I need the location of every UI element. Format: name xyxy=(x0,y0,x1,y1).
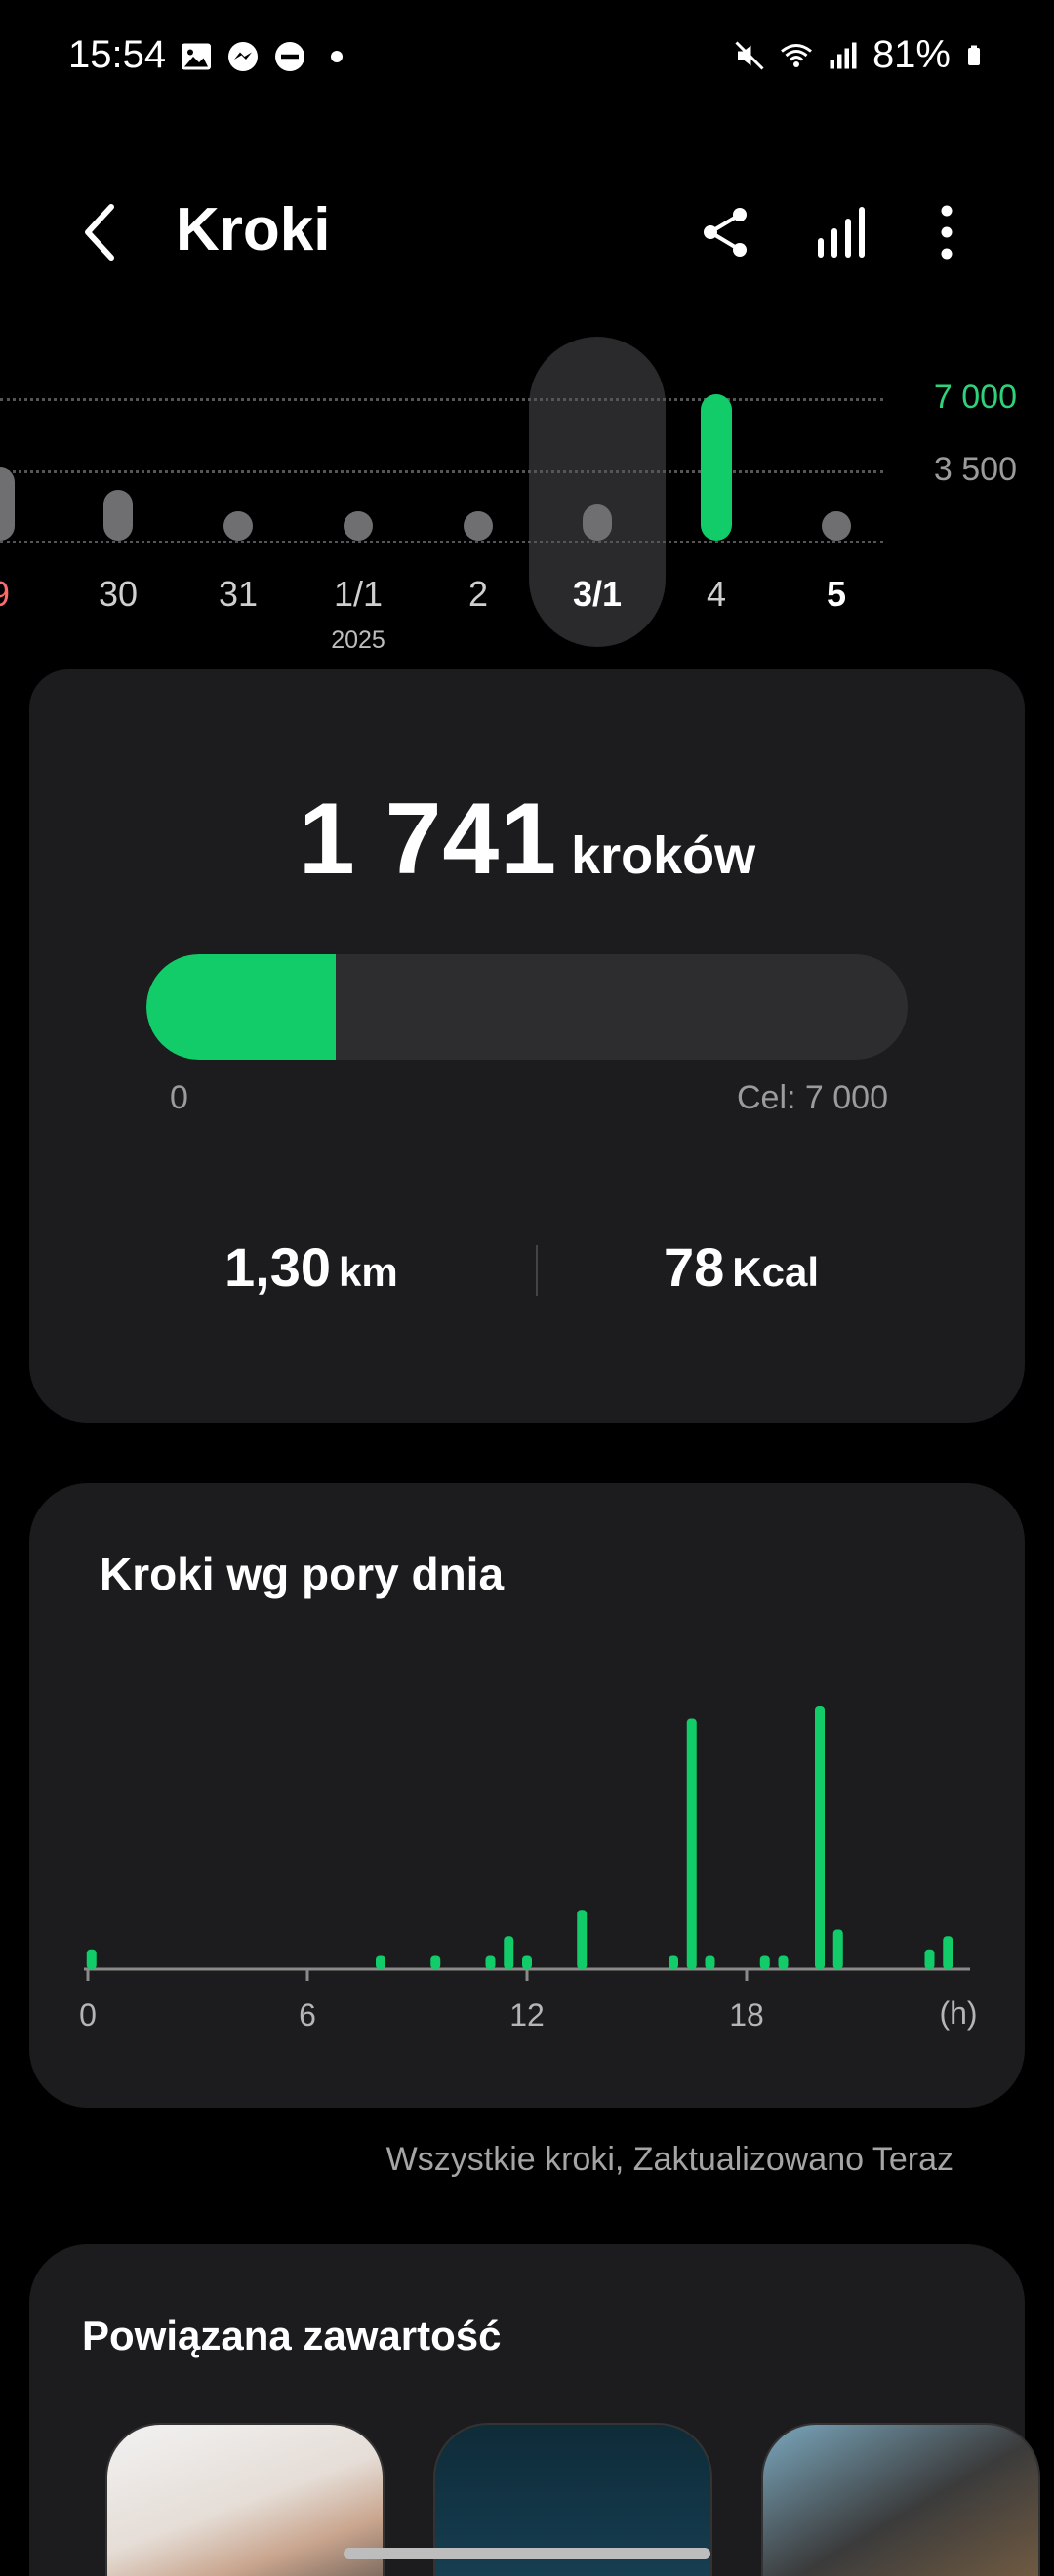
steps-value: 1 741 xyxy=(298,783,558,896)
battery-icon xyxy=(968,45,980,65)
day-label-2[interactable]: 31 xyxy=(180,574,297,615)
dot-icon xyxy=(331,51,343,62)
calories-unit: Kcal xyxy=(732,1249,820,1295)
calories-value: 78 xyxy=(664,1236,725,1298)
messenger-icon xyxy=(228,42,258,71)
battery-percent: 81% xyxy=(872,33,951,76)
calories-metric: 78 Kcal xyxy=(664,1235,819,1299)
day-bar-7[interactable] xyxy=(822,511,851,541)
home-indicator[interactable] xyxy=(344,2548,710,2559)
related-content-card: Powiązana zawartość xyxy=(29,2244,1040,2576)
day-label-3[interactable]: 1/1 xyxy=(300,574,417,615)
gallery-icon xyxy=(182,43,211,70)
more-options-icon[interactable] xyxy=(915,201,978,263)
hourly-bar-11 xyxy=(778,1955,789,1969)
goal-progress-fill xyxy=(146,954,337,1060)
day-bar-3[interactable] xyxy=(344,511,373,541)
steps-count: 1 741 kroków xyxy=(29,782,1025,898)
distance-unit: km xyxy=(339,1249,398,1295)
dnd-icon xyxy=(275,42,304,71)
share-icon[interactable] xyxy=(695,201,757,263)
x-tick-label: 18 xyxy=(729,1997,764,2033)
related-thumbnail-3[interactable] xyxy=(761,2423,1040,2576)
day-bar-0[interactable] xyxy=(0,467,15,541)
hourly-bar-10 xyxy=(759,1955,770,1969)
status-time: 15:54 xyxy=(68,33,167,76)
hourly-bar-2 xyxy=(430,1955,441,1969)
metric-divider xyxy=(536,1245,538,1296)
week-strip: 7 000 3 500 930311/1 2025 23/145 xyxy=(0,332,1054,664)
steps-unit: kroków xyxy=(571,826,756,885)
x-tick-label: 0 xyxy=(79,1997,97,2033)
goal-axis-label: 7 000 xyxy=(933,379,1017,416)
base-gridline xyxy=(0,541,883,543)
status-right: 81% xyxy=(732,33,986,77)
chart-icon[interactable] xyxy=(812,201,874,263)
hourly-bar-1 xyxy=(376,1955,385,1969)
day-label-5[interactable]: 3/1 xyxy=(539,574,656,615)
day-label-1[interactable]: 30 xyxy=(60,574,177,615)
hourly-steps-card[interactable]: Kroki wg pory dnia 0 6 12 18 (h) xyxy=(29,1483,1025,2108)
goal-label: Cel: 7 000 xyxy=(737,1079,888,1116)
hourly-bar-14 xyxy=(924,1949,935,1969)
distance-metric: 1,30 km xyxy=(224,1235,398,1299)
signal-icon xyxy=(830,42,857,68)
day-bar-5[interactable] xyxy=(583,503,612,541)
mute-icon xyxy=(735,40,764,70)
x-tick-label: 6 xyxy=(299,1997,316,2033)
wifi-icon xyxy=(781,43,812,67)
hourly-bar-3 xyxy=(485,1955,496,1969)
goal-gridline xyxy=(0,398,883,401)
day-label-7[interactable]: 5 xyxy=(778,574,895,615)
hourly-bar-7 xyxy=(669,1955,678,1969)
hourly-bar-15 xyxy=(943,1936,953,1969)
day-label-4[interactable]: 2 xyxy=(420,574,537,615)
progress-start-label: 0 xyxy=(170,1079,188,1116)
back-arrow-icon[interactable] xyxy=(72,197,131,267)
hourly-bar-8 xyxy=(686,1718,697,1969)
hourly-bar-4 xyxy=(504,1936,514,1969)
steps-summary-card: 1 741 kroków 0 Cel: 7 000 1,30 km 78 Kcal xyxy=(29,669,1025,1423)
day-bar-2[interactable] xyxy=(223,511,253,541)
app-bar: Kroki xyxy=(0,176,1054,289)
day-bar-6[interactable] xyxy=(701,394,732,541)
mid-axis-label: 3 500 xyxy=(933,451,1017,488)
status-bar: 15:54 81% xyxy=(0,0,1054,115)
hourly-bar-9 xyxy=(705,1955,715,1969)
hourly-bar-0 xyxy=(86,1949,97,1969)
related-title: Powiązana zawartość xyxy=(82,2313,502,2358)
day-label-0[interactable]: 9 xyxy=(0,574,59,615)
notification-icons xyxy=(179,39,354,74)
hourly-bar-12 xyxy=(815,1706,825,1969)
x-tick-label: 12 xyxy=(509,1997,545,2033)
distance-value: 1,30 xyxy=(224,1236,331,1298)
page-title: Kroki xyxy=(176,196,331,263)
hourly-bar-5 xyxy=(522,1955,532,1969)
year-label: 2025 xyxy=(331,626,385,654)
day-label-6[interactable]: 4 xyxy=(658,574,775,615)
mid-gridline xyxy=(0,470,883,473)
hourly-bar-13 xyxy=(832,1929,843,1969)
goal-progress-bar xyxy=(146,954,908,1060)
update-footnote: Wszystkie kroki, Zaktualizowano Teraz xyxy=(385,2141,953,2178)
day-bar-4[interactable] xyxy=(464,511,493,541)
hourly-steps-chart: 0 6 12 18 (h) xyxy=(79,1706,978,2033)
x-axis-unit-label: (h) xyxy=(939,1995,977,2031)
day-bar-1[interactable] xyxy=(103,489,133,541)
hourly-bar-6 xyxy=(577,1910,588,1969)
